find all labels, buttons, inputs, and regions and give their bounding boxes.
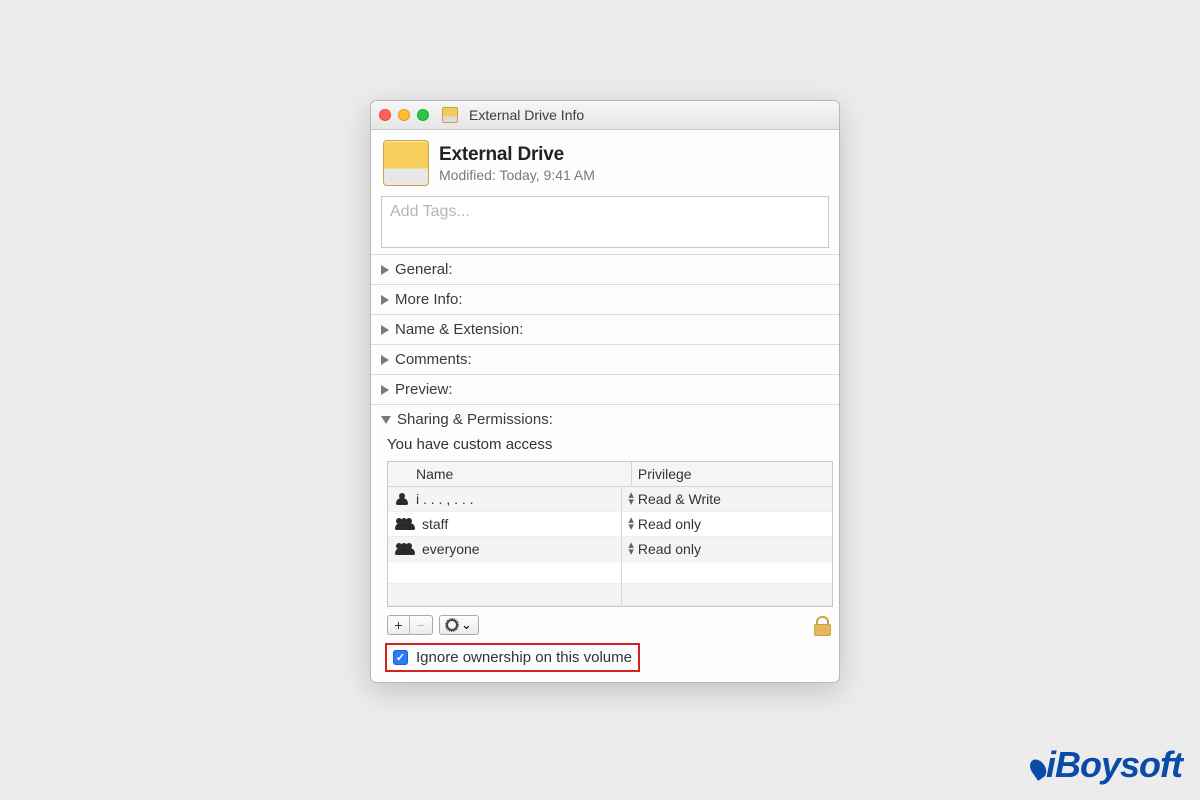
section-name-extension[interactable]: Name & Extension:: [371, 314, 839, 344]
section-label: More Info:: [395, 291, 463, 308]
drive-name: External Drive: [439, 144, 595, 166]
remove-button[interactable]: −: [410, 616, 432, 634]
add-button[interactable]: +: [388, 616, 410, 634]
gear-icon: [446, 619, 458, 631]
section-sharing[interactable]: Sharing & Permissions:: [371, 404, 839, 428]
chevron-right-icon: [381, 355, 389, 365]
section-general[interactable]: General:: [371, 254, 839, 284]
permissions-table: Name Privilege i . . . , . . . ▴▾ Read &…: [387, 461, 833, 607]
ignore-ownership-label: Ignore ownership on this volume: [416, 649, 632, 666]
perm-privilege[interactable]: Read only: [638, 541, 701, 557]
ignore-ownership-row[interactable]: ✓ Ignore ownership on this volume: [385, 643, 640, 672]
stepper-icon[interactable]: ▴▾: [628, 542, 634, 556]
section-comments[interactable]: Comments:: [371, 344, 839, 374]
stepper-icon[interactable]: ▴▾: [628, 517, 634, 531]
column-privilege: Privilege: [632, 462, 832, 486]
table-row: [388, 562, 832, 584]
watermark: iBoysoft: [1030, 744, 1182, 786]
perm-privilege[interactable]: Read only: [638, 516, 701, 532]
info-header: External Drive Modified: Today, 9:41 AM: [371, 130, 839, 192]
user-icon: [396, 493, 410, 505]
ignore-ownership-checkbox[interactable]: ✓: [393, 650, 408, 665]
close-icon[interactable]: [379, 109, 391, 121]
section-more-info[interactable]: More Info:: [371, 284, 839, 314]
lock-icon[interactable]: [814, 616, 829, 634]
info-window: External Drive Info External Drive Modif…: [370, 100, 840, 683]
table-row[interactable]: staff ▴▾ Read only: [388, 512, 832, 537]
section-label: Preview:: [395, 381, 453, 398]
drive-icon-large: [383, 140, 429, 186]
sharing-body: You have custom access Name Privilege i …: [371, 428, 839, 609]
tags-field[interactable]: Add Tags...: [381, 196, 829, 248]
add-remove-segment: + −: [387, 615, 433, 635]
access-note: You have custom access: [387, 436, 833, 453]
stepper-icon[interactable]: ▴▾: [628, 492, 634, 506]
section-label: Comments:: [395, 351, 472, 368]
column-name: Name: [388, 462, 632, 486]
perm-privilege[interactable]: Read & Write: [638, 491, 721, 507]
permissions-toolbar: + − ⌄: [371, 609, 839, 637]
table-row[interactable]: i . . . , . . . ▴▾ Read & Write: [388, 487, 832, 512]
drive-icon: [442, 107, 458, 123]
action-menu-button[interactable]: ⌄: [439, 615, 479, 635]
chevron-right-icon: [381, 265, 389, 275]
group-icon: [396, 518, 416, 530]
section-label: Sharing & Permissions:: [397, 411, 553, 428]
perm-name: i . . . , . . .: [416, 491, 474, 507]
chevron-right-icon: [381, 385, 389, 395]
perm-name: everyone: [422, 541, 480, 557]
modified-value: Today, 9:41 AM: [499, 167, 594, 183]
minimize-icon[interactable]: [398, 109, 410, 121]
chevron-down-icon: ⌄: [461, 617, 472, 633]
perm-name: staff: [422, 516, 448, 532]
section-label: Name & Extension:: [395, 321, 523, 338]
section-label: General:: [395, 261, 453, 278]
table-row[interactable]: everyone ▴▾ Read only: [388, 537, 832, 562]
chevron-right-icon: [381, 325, 389, 335]
modified-label: Modified:: [439, 167, 496, 183]
window-title: External Drive Info: [469, 107, 584, 123]
titlebar[interactable]: External Drive Info: [371, 101, 839, 130]
group-icon: [396, 543, 416, 555]
chevron-right-icon: [381, 295, 389, 305]
chevron-down-icon: [381, 416, 391, 424]
zoom-icon[interactable]: [417, 109, 429, 121]
modified-line: Modified: Today, 9:41 AM: [439, 167, 595, 183]
section-preview[interactable]: Preview:: [371, 374, 839, 404]
table-header: Name Privilege: [388, 462, 832, 487]
table-row: [388, 584, 832, 606]
